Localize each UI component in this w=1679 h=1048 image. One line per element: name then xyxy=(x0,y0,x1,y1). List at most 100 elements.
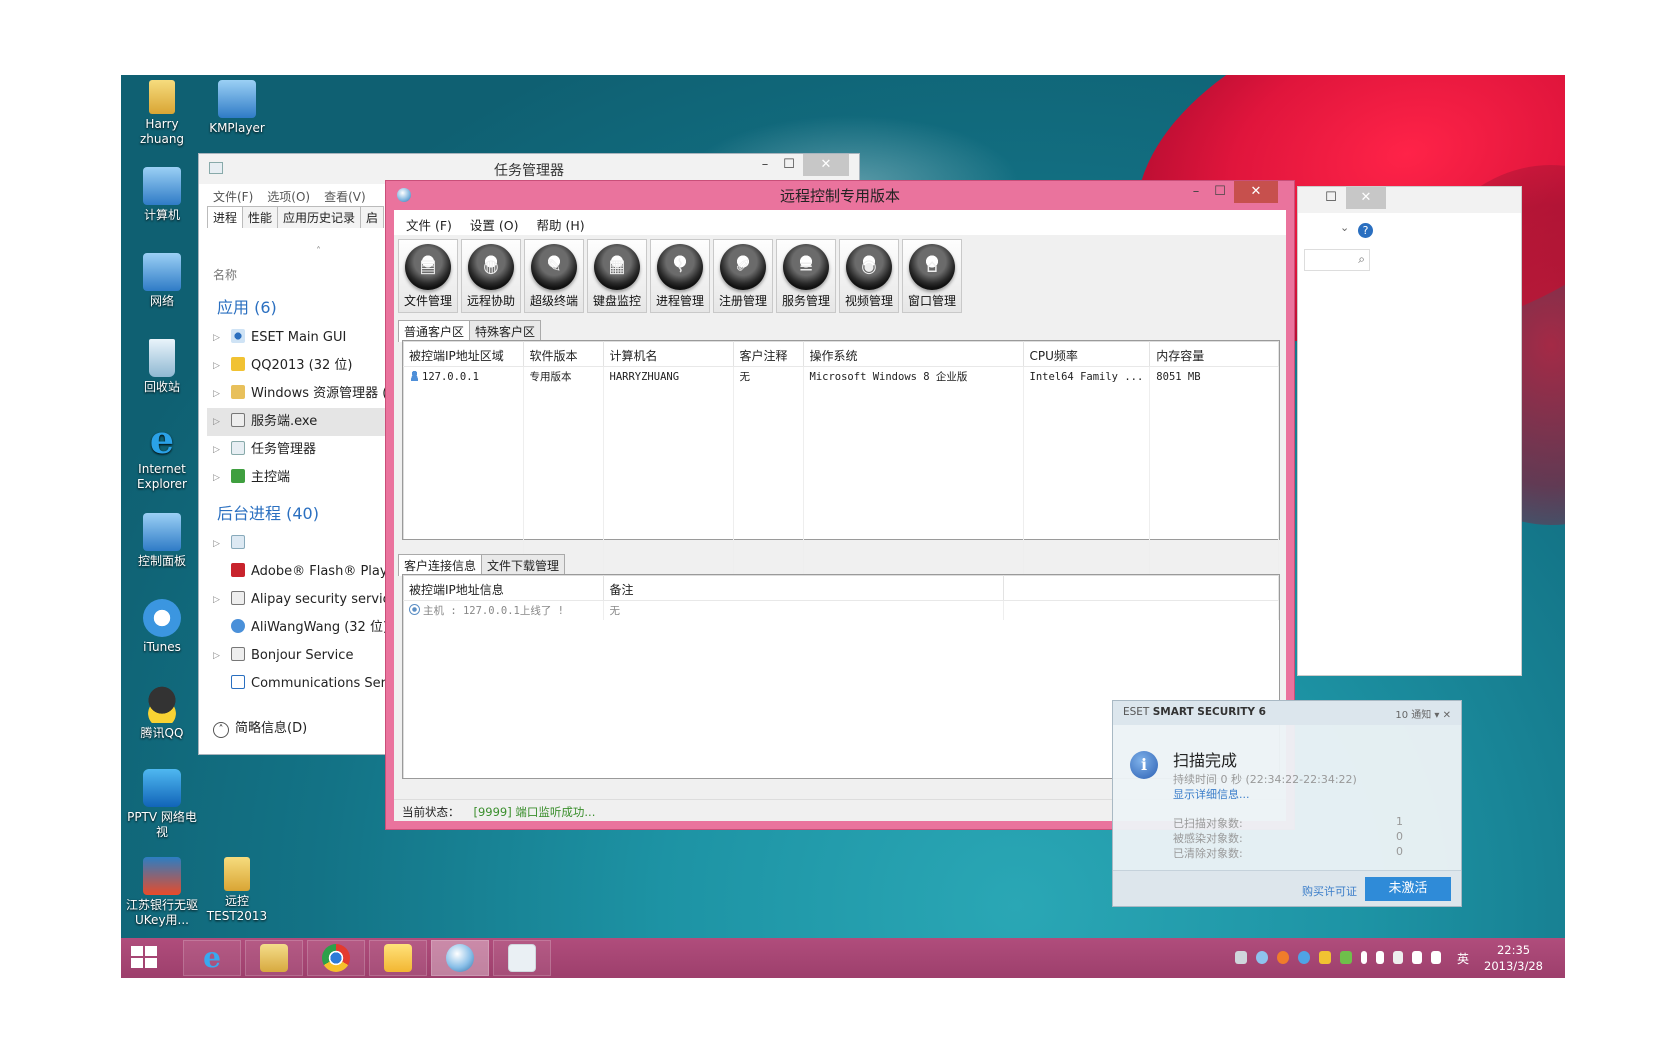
desktop-icon-remote-test2013[interactable]: 远控 TEST2013 xyxy=(197,857,277,924)
column-ip-info[interactable]: 被控端IP地址信息 xyxy=(403,575,604,601)
expand-icon[interactable]: ▷ xyxy=(213,436,220,464)
tab-special-clients[interactable]: 特殊客户区 xyxy=(469,320,542,342)
search-input[interactable]: ⌕ xyxy=(1304,249,1370,271)
remote-titlebar[interactable]: 远程控制专用版本 – ☐ ✕ xyxy=(386,181,1294,209)
column-header-name[interactable]: 名称 xyxy=(213,266,237,283)
tab-connection-info[interactable]: 客户连接信息 xyxy=(398,554,483,576)
eset-notification[interactable]: ESET SMART SECURITY 6 10 通知 ▾ ✕ i 扫描完成 持… xyxy=(1112,700,1462,907)
remote-app-icon xyxy=(446,944,474,972)
menu-file[interactable]: 文件(F) xyxy=(213,190,253,204)
file-manager-button[interactable]: ▤ 文件管理 xyxy=(398,239,458,313)
security-icon[interactable] xyxy=(1340,951,1352,964)
minimize-icon[interactable]: – xyxy=(1186,181,1206,203)
expand-icon[interactable]: ▷ xyxy=(213,408,220,436)
background-window[interactable]: ☐ ✕ ⌄ ? ⌕ xyxy=(1297,186,1522,676)
clock[interactable]: 22:35 2013/3/28 xyxy=(1484,942,1543,974)
registry-manager-button[interactable]: ✐ 注册管理 xyxy=(713,239,773,313)
service-manager-button[interactable]: ≡ 服务管理 xyxy=(776,239,836,313)
column-note[interactable]: 客户注释 xyxy=(733,341,804,367)
terminal-button[interactable]: ✎ 超级终端 xyxy=(524,239,584,313)
not-activated-button[interactable]: 未激活 xyxy=(1365,877,1451,901)
desktop-icon-harry-zhuang[interactable]: Harry zhuang xyxy=(122,80,202,147)
expand-icon[interactable]: ▷ xyxy=(213,642,220,670)
expand-icon[interactable]: ▷ xyxy=(213,380,220,408)
menu-options[interactable]: 选项(O) xyxy=(267,190,310,204)
bluetooth-icon[interactable] xyxy=(1361,951,1367,964)
desktop-icon-kmplayer[interactable]: KMPlayer xyxy=(197,80,277,136)
tab-normal-clients[interactable]: 普通客户区 xyxy=(398,320,471,342)
window-manager-button[interactable]: ⌂ 窗口管理 xyxy=(902,239,962,313)
tab-startup[interactable]: 启 xyxy=(360,206,385,228)
taskbar-task-manager[interactable] xyxy=(493,940,551,976)
expand-icon[interactable]: ▷ xyxy=(213,324,220,352)
remote-tray-icon[interactable] xyxy=(1256,951,1268,964)
tab-performance[interactable]: 性能 xyxy=(242,206,279,228)
remote-assist-button[interactable]: ◍ 远程协助 xyxy=(461,239,521,313)
desktop-icon-network[interactable]: 网络 xyxy=(122,253,202,309)
expand-icon[interactable]: ▷ xyxy=(213,464,220,492)
flag-icon[interactable] xyxy=(1376,951,1384,964)
video-manager-button[interactable]: ◉ 视频管理 xyxy=(839,239,899,313)
document-icon: ▤ xyxy=(405,244,451,290)
minimize-icon[interactable]: – xyxy=(755,154,775,176)
taskbar-explorer[interactable] xyxy=(245,940,303,976)
tray-app-icon[interactable] xyxy=(1277,951,1289,964)
service-icon xyxy=(231,647,245,661)
taskbar-remote-control[interactable] xyxy=(431,940,489,976)
maximize-icon[interactable]: ☐ xyxy=(779,154,799,176)
maximize-icon[interactable]: ☐ xyxy=(1210,181,1230,203)
column-cpu[interactable]: CPU频率 xyxy=(1023,341,1151,367)
buy-license-link[interactable]: 购买许可证 xyxy=(1302,883,1357,899)
taskbar-chrome[interactable] xyxy=(307,940,365,976)
maximize-icon[interactable]: ☐ xyxy=(1318,187,1344,209)
column-computer-name[interactable]: 计算机名 xyxy=(603,341,734,367)
close-icon[interactable]: ✕ xyxy=(1234,181,1278,203)
desktop-icon-internet-explorer[interactable]: e Internet Explorer xyxy=(122,421,202,492)
desktop-icon-computer[interactable]: 计算机 xyxy=(122,167,202,223)
desktop-icon-control-panel[interactable]: 控制面板 xyxy=(122,513,202,569)
fewer-details-button[interactable]: ˄ 简略信息(D) xyxy=(213,717,307,738)
menu-file[interactable]: 文件 (F) xyxy=(406,218,452,233)
expand-icon[interactable]: ▷ xyxy=(213,352,220,380)
start-button[interactable] xyxy=(131,946,159,970)
process-manager-button[interactable]: ⌇ 进程管理 xyxy=(650,239,710,313)
volume-icon[interactable] xyxy=(1431,951,1441,964)
help-icon[interactable]: ? xyxy=(1358,223,1373,238)
input-language[interactable]: 英 xyxy=(1457,950,1469,967)
tab-app-history[interactable]: 应用历史记录 xyxy=(277,206,362,228)
column-ip-region[interactable]: 被控端IP地址区域 xyxy=(403,341,524,367)
notifications-count[interactable]: 10 通知 ▾ ✕ xyxy=(1395,706,1451,721)
tab-download-manager[interactable]: 文件下载管理 xyxy=(481,554,566,576)
taskbar-notes[interactable] xyxy=(369,940,427,976)
tab-processes[interactable]: 进程 xyxy=(207,206,244,228)
log-row[interactable]: 主机 : 127.0.0.1上线了 ! 无 xyxy=(403,600,1279,620)
close-icon[interactable]: ✕ xyxy=(1346,187,1386,209)
show-desktop-icon[interactable] xyxy=(1235,951,1247,964)
background-window-titlebar[interactable]: ☐ ✕ xyxy=(1298,187,1521,213)
column-remark[interactable]: 备注 xyxy=(603,575,1004,601)
desktop-icon-itunes[interactable]: iTunes xyxy=(122,599,202,655)
expand-icon[interactable]: ▷ xyxy=(213,530,220,558)
desktop-icon-bank-ukey[interactable]: 江苏银行无驱UKey用... xyxy=(122,857,202,928)
menu-view[interactable]: 查看(V) xyxy=(324,190,366,204)
close-icon[interactable]: ✕ xyxy=(803,154,849,176)
desktop-icon-pptv[interactable]: PPTV 网络电视 xyxy=(122,769,202,840)
column-memory[interactable]: 内存容量 xyxy=(1149,341,1279,367)
show-details-link[interactable]: 显示详细信息... xyxy=(1173,786,1250,802)
desktop-icon-qq[interactable]: 腾讯QQ xyxy=(122,685,202,741)
taskbar-ie[interactable]: e xyxy=(183,940,241,976)
network-icon[interactable] xyxy=(1412,951,1422,964)
keylogger-button[interactable]: ▦ 键盘监控 xyxy=(587,239,647,313)
desktop-icon-recycle-bin[interactable]: 回收站 xyxy=(122,339,202,395)
chevron-down-icon[interactable]: ⌄ xyxy=(1340,221,1349,234)
power-icon[interactable] xyxy=(1393,951,1403,964)
controller-icon xyxy=(231,469,245,483)
column-os[interactable]: 操作系统 xyxy=(803,341,1024,367)
menu-help[interactable]: 帮助 (H) xyxy=(537,218,585,233)
table-row[interactable]: 127.0.0.1 专用版本 HARRYZHUANG 无 Microsoft W… xyxy=(403,366,1279,386)
aliwangwang-icon[interactable] xyxy=(1298,951,1310,964)
column-version[interactable]: 软件版本 xyxy=(523,341,604,367)
expand-icon[interactable]: ▷ xyxy=(213,586,220,614)
menu-settings[interactable]: 设置 (O) xyxy=(470,218,519,233)
qq-icon[interactable] xyxy=(1319,951,1331,964)
